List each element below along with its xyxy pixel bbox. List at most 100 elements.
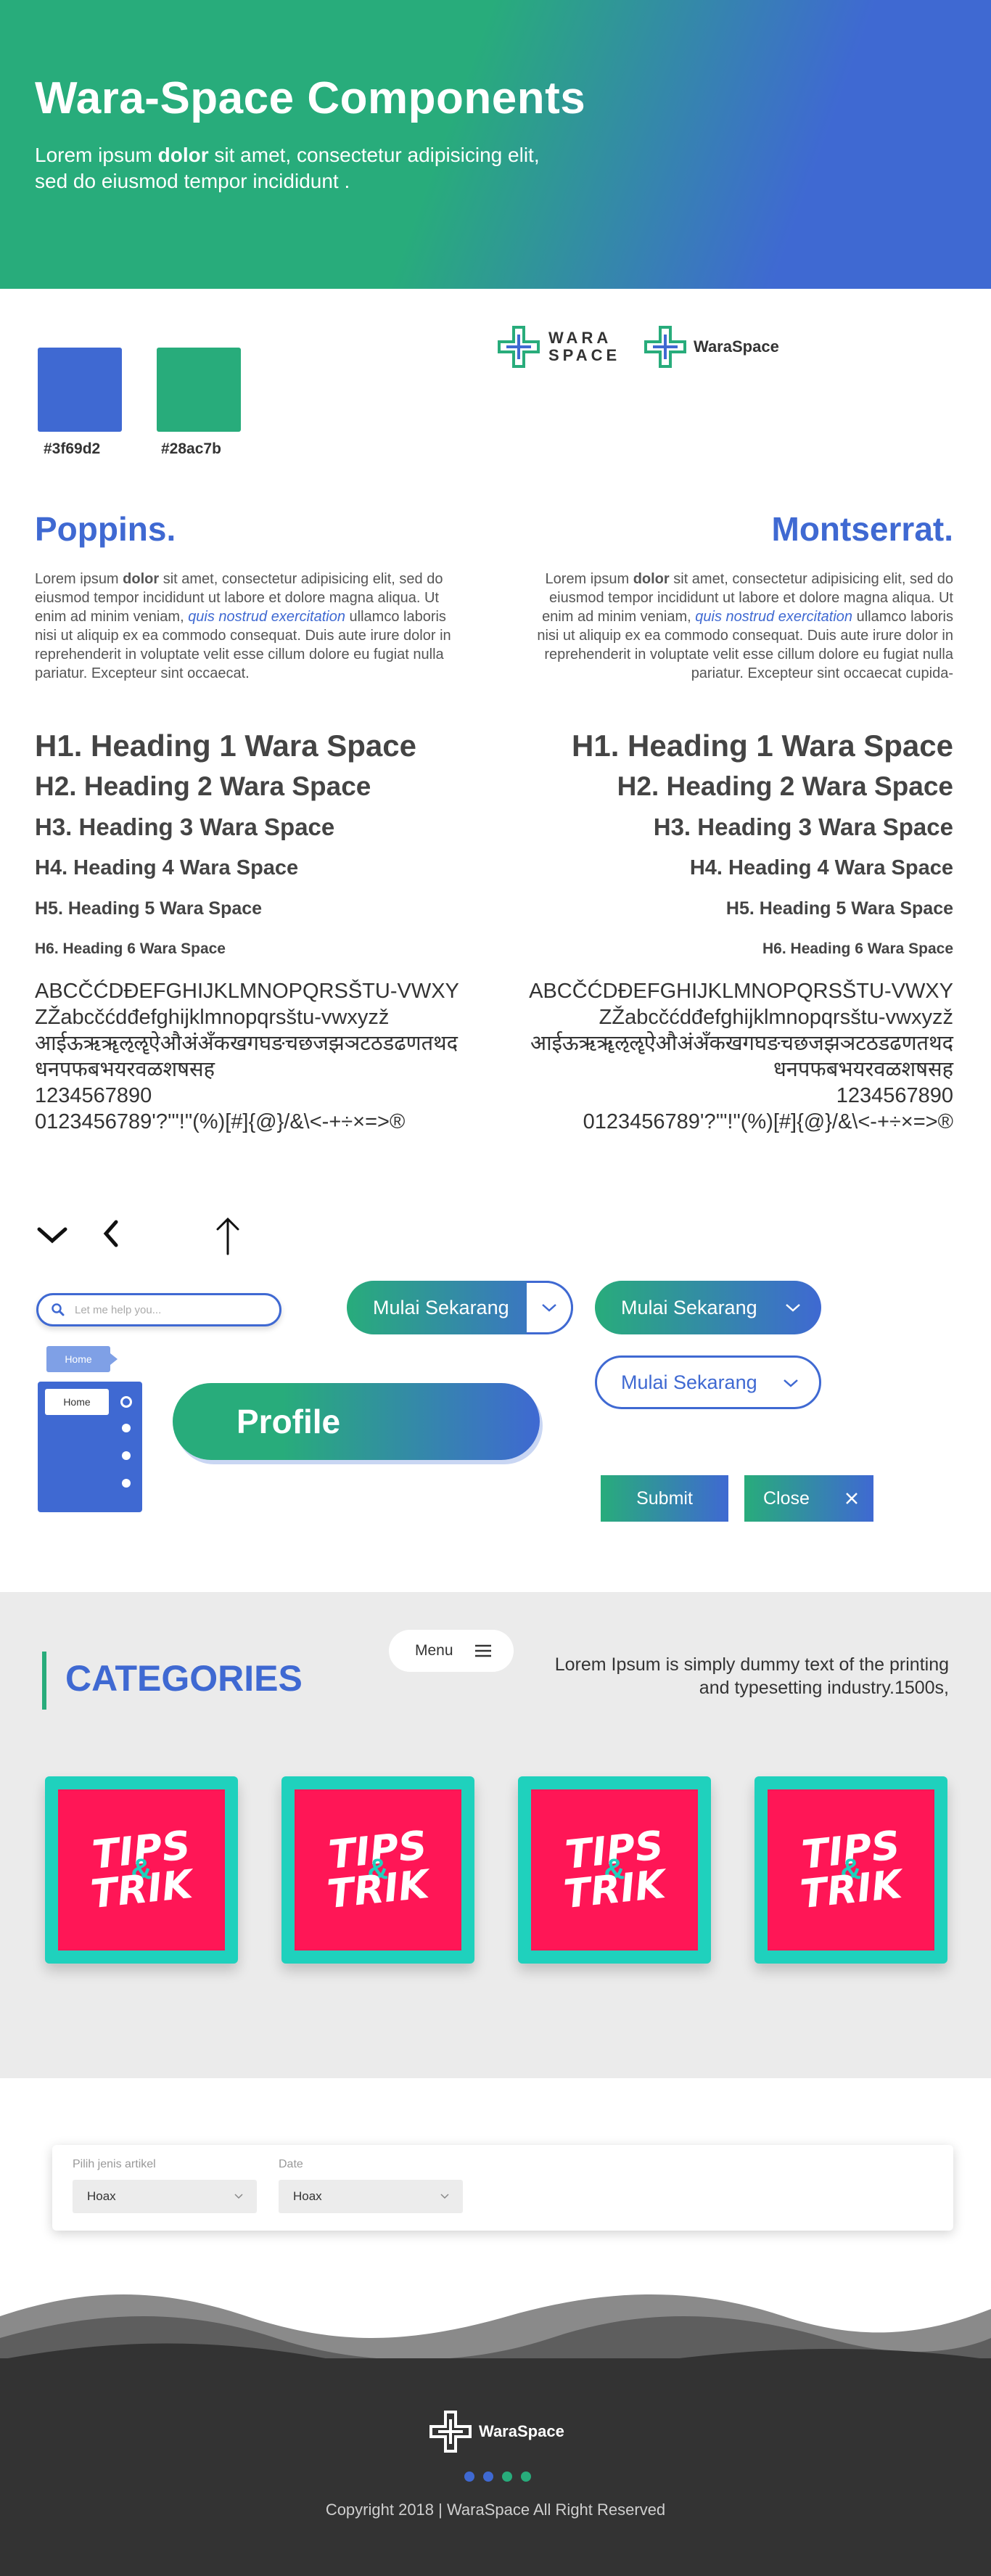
dropdown-button-label: Mulai Sekarang	[621, 1371, 757, 1393]
arrow-up-icon[interactable]	[215, 1216, 241, 1255]
home-tooltip-tag: Home	[46, 1346, 118, 1372]
dropdown-button-label: Mulai Sekarang	[373, 1296, 509, 1318]
hero-title: Wara-Space Components	[35, 73, 586, 123]
glyph-sample-left: ABCČĆDĐEFGHIJKLMNOPQRSŠTU-VWXYZŽabcčćdđe…	[35, 978, 463, 1135]
pager-dot[interactable]	[483, 2472, 493, 2482]
lorem-paragraph-left: Lorem ipsum dolor sit amet, consectetur …	[35, 571, 451, 681]
logo-inline-text: WaraSpace	[694, 337, 779, 356]
tips-trik-thumbnail: TIPS & TRIK	[295, 1789, 461, 1951]
headings-left: H1. Heading 1 Wara Space H2. Heading 2 W…	[35, 726, 453, 969]
tips-trik-thumbnail: TIPS & TRIK	[531, 1789, 698, 1951]
chevron-left-icon[interactable]	[102, 1219, 120, 1248]
waraspace-logo-icon	[429, 2411, 472, 2453]
article-type-label: Pilih jenis artikel	[73, 2158, 156, 2170]
footer-logo-text: WaraSpace	[479, 2422, 564, 2440]
hero-banner: Wara-Space Components Lorem ipsum dolor …	[0, 0, 991, 289]
pager-dot[interactable]	[502, 2472, 512, 2482]
heading-2-sample: H2. Heading 2 Wara Space	[35, 771, 371, 801]
search-icon	[52, 1303, 65, 1316]
date-value: Hoax	[293, 2189, 322, 2203]
secondary-color-label: #28ac7b	[161, 440, 221, 457]
glyphs-symbols: 0123456789'?'"!"(%)[#]{@}/&\<-+÷×=>®	[583, 1110, 953, 1133]
font-title-montserrat: Montserrat.	[771, 510, 953, 548]
dropdown-toggle[interactable]	[527, 1281, 573, 1334]
chevron-down-icon	[234, 2194, 243, 2199]
search-placeholder: Let me help you...	[75, 1303, 162, 1316]
glyphs-devanagari: आईऊऋॠऌॡऐऔअंअँकखगघङचछजझञटठडढणतथदधनपफबभयरव…	[35, 1032, 459, 1081]
logo-line-space: SPACE	[548, 346, 621, 364]
chevron-down-icon	[541, 1304, 556, 1312]
category-card[interactable]: TIPS & TRIK	[45, 1776, 238, 1964]
tips-trik-thumbnail: TIPS & TRIK	[58, 1789, 225, 1951]
close-button[interactable]: Close	[744, 1475, 873, 1522]
heading-4-sample: H4. Heading 4 Wara Space	[35, 856, 299, 879]
dropdown-button-outline[interactable]: Mulai Sekarang	[595, 1355, 821, 1409]
glyphs-digits: 1234567890	[836, 1084, 953, 1107]
card-line-2: TRIK	[88, 1861, 195, 1918]
date-label: Date	[279, 2158, 303, 2170]
categories-description: Lorem Ipsum is simply dummy text of the …	[554, 1654, 949, 1698]
glyph-sample-right: ABCČĆDĐEFGHIJKLMNOPQRSŠTU-VWXYZŽabcčćdđe…	[525, 978, 953, 1135]
hamburger-icon	[475, 1644, 491, 1657]
card-line-2: TRIK	[324, 1861, 432, 1918]
tips-trik-thumbnail: TIPS & TRIK	[768, 1789, 934, 1951]
menu-button[interactable]: Menu	[389, 1630, 514, 1672]
logo-line-wara: WARA	[548, 329, 612, 347]
secondary-color-swatch	[157, 348, 241, 432]
waraspace-logo-icon	[644, 326, 686, 368]
categories-title: CATEGORIES	[65, 1658, 303, 1699]
heading-3-sample: H3. Heading 3 Wara Space	[653, 813, 953, 840]
categories-accent-bar	[42, 1652, 46, 1710]
footer-logo[interactable]: WaraSpace	[428, 2409, 564, 2454]
heading-3-sample: H3. Heading 3 Wara Space	[35, 813, 335, 840]
dropdown-button-label: Mulai Sekarang	[621, 1296, 757, 1318]
side-nav-dot-active[interactable]	[120, 1396, 132, 1408]
category-card[interactable]: TIPS & TRIK	[281, 1776, 474, 1964]
lorem-paragraph-right: Lorem ipsum dolor sit amet, consectetur …	[537, 571, 953, 681]
card-line-2: TRIK	[797, 1861, 905, 1918]
footer	[0, 2358, 991, 2576]
side-nav-dot[interactable]	[122, 1451, 131, 1460]
chevron-down-icon[interactable]	[36, 1225, 68, 1245]
search-input[interactable]: Let me help you...	[36, 1293, 281, 1326]
dropdown-button-split[interactable]: Mulai Sekarang	[347, 1281, 573, 1334]
heading-4-sample: H4. Heading 4 Wara Space	[689, 856, 953, 879]
close-icon	[846, 1493, 858, 1504]
logo-stacked: WARA SPACE	[496, 324, 620, 369]
heading-6-sample: H6. Heading 6 Wara Space	[35, 940, 226, 957]
profile-button[interactable]: Profile	[173, 1383, 540, 1460]
headings-right: H1. Heading 1 Wara Space H2. Heading 2 W…	[535, 726, 953, 969]
glyphs-digits: 1234567890	[35, 1084, 152, 1107]
waraspace-logo-icon	[498, 326, 540, 368]
date-select[interactable]: Hoax	[279, 2180, 463, 2213]
copyright-text: Copyright 2018 | WaraSpace All Right Res…	[325, 2501, 666, 2519]
menu-label: Menu	[415, 1642, 453, 1659]
heading-2-sample: H2. Heading 2 Wara Space	[617, 771, 953, 801]
heading-5-sample: H5. Heading 5 Wara Space	[35, 898, 263, 919]
submit-button[interactable]: Submit	[601, 1475, 728, 1522]
primary-color-swatch	[38, 348, 122, 432]
glyphs-latin: ABCČĆDĐEFGHIJKLMNOPQRSŠTU-VWXYZŽabcčćdđe…	[529, 980, 953, 1029]
category-card[interactable]: TIPS & TRIK	[518, 1776, 711, 1964]
side-nav-dot[interactable]	[122, 1479, 131, 1488]
pager-dot[interactable]	[521, 2472, 531, 2482]
chevron-down-icon	[786, 1304, 800, 1312]
font-title-poppins: Poppins.	[35, 510, 176, 548]
heading-1-sample: H1. Heading 1 Wara Space	[35, 729, 416, 763]
article-type-select[interactable]: Hoax	[73, 2180, 257, 2213]
pager-dot[interactable]	[464, 2472, 474, 2482]
hero-subtitle: Lorem ipsum dolor sit amet, consectetur …	[35, 144, 540, 192]
category-card[interactable]: TIPS & TRIK	[754, 1776, 947, 1964]
heading-6-sample: H6. Heading 6 Wara Space	[762, 940, 953, 957]
filter-panel: Pilih jenis artikel Hoax Date Hoax	[52, 2145, 953, 2231]
chevron-down-icon	[784, 1379, 798, 1387]
page: Wara-Space Components Lorem ipsum dolor …	[0, 0, 991, 2576]
side-nav-dot[interactable]	[122, 1424, 131, 1432]
article-type-value: Hoax	[87, 2189, 116, 2203]
side-nav-panel: Home	[38, 1382, 142, 1512]
glyphs-latin: ABCČĆDĐEFGHIJKLMNOPQRSŠTU-VWXYZŽabcčćdđe…	[35, 980, 459, 1029]
side-nav-item-home[interactable]: Home	[45, 1389, 109, 1415]
primary-color-label: #3f69d2	[44, 440, 101, 457]
dropdown-button-gradient[interactable]: Mulai Sekarang	[595, 1281, 821, 1334]
heading-1-sample: H1. Heading 1 Wara Space	[572, 729, 953, 763]
